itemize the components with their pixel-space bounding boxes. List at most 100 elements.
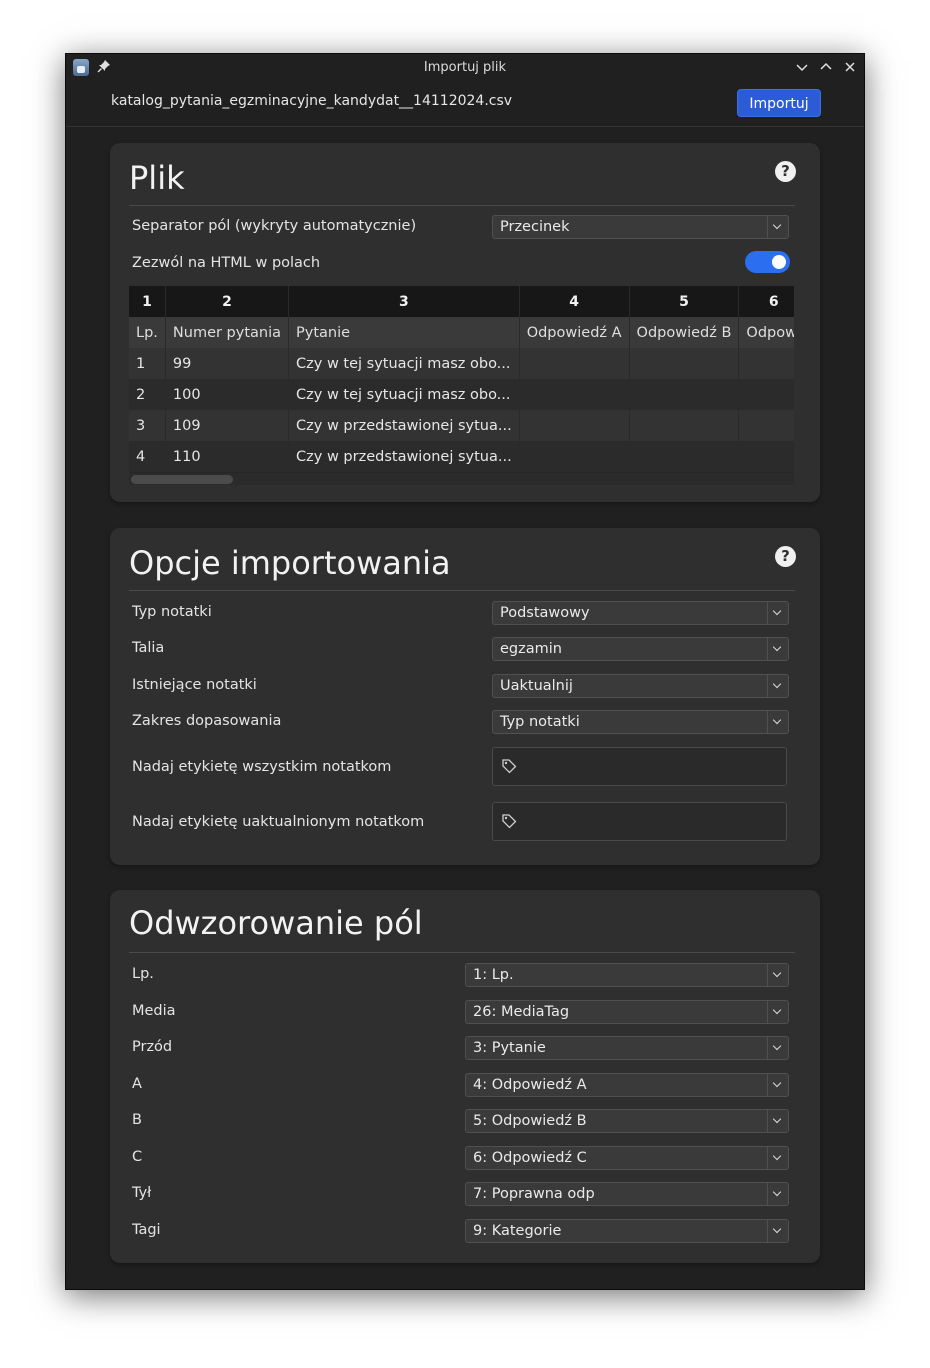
chevron-down-icon [767, 638, 788, 660]
table-row: 4 110 Czy w przedstawionej sytua... [129, 441, 794, 472]
field-select-b[interactable]: 5: Odpowiedź B [465, 1109, 789, 1133]
chevron-down-icon [796, 64, 808, 72]
column-number[interactable]: 2 [165, 286, 290, 317]
table-row: 3 109 Czy w przedstawionej sytua... [129, 410, 794, 441]
table-cell [519, 348, 630, 379]
chevron-down-icon [767, 1037, 788, 1059]
help-icon[interactable]: ? [775, 546, 796, 567]
field-select-value: 26: MediaTag [473, 1004, 570, 1020]
note-type-select[interactable]: Podstawowy [492, 601, 789, 625]
table-row: 2 100 Czy w tej sytuacji masz obo... [129, 379, 794, 410]
tag-updated-input[interactable] [492, 802, 787, 841]
table-cell [738, 348, 794, 379]
header-cell: Numer pytania [165, 317, 290, 348]
field-mapping-card: Odwzorowanie pól Lp. 1: Lp. Media 26: Me… [110, 890, 820, 1263]
header-cell: Odpowiedź A [519, 317, 630, 348]
table-cell: 110 [165, 441, 290, 472]
field-select-back[interactable]: 7: Poprawna odp [465, 1182, 789, 1206]
html-toggle[interactable] [745, 251, 790, 273]
table-cell: 4 [129, 441, 166, 472]
help-icon[interactable]: ? [775, 161, 796, 182]
existing-notes-label: Istniejące notatki [132, 677, 257, 693]
table-row: 1 99 Czy w tej sytuacji masz obo... [129, 348, 794, 379]
maximize-button[interactable] [817, 58, 835, 76]
column-number[interactable]: 4 [519, 286, 630, 317]
preview-table[interactable]: 1 2 3 4 5 6 Lp. Numer pytania Pytanie Od… [129, 286, 794, 485]
table-cell: Czy w przedstawionej sytua... [288, 410, 520, 441]
chevron-down-icon [767, 216, 788, 238]
field-label-back: Tył [132, 1185, 152, 1201]
import-options-card: Opcje importowania ? Typ notatki Podstaw… [110, 528, 820, 865]
column-number[interactable]: 3 [288, 286, 520, 317]
field-select-a[interactable]: 4: Odpowiedź A [465, 1073, 789, 1097]
field-label-tags: Tagi [132, 1222, 161, 1238]
import-dialog-window: Importuj plik katalog_pytania_egzminacyj… [65, 53, 865, 1290]
field-label-front: Przód [132, 1039, 173, 1055]
field-mapping-heading: Odwzorowanie pól [129, 904, 423, 942]
field-label-c: C [132, 1149, 143, 1165]
minimize-button[interactable] [793, 58, 811, 76]
table-cell [738, 441, 794, 472]
table-cell: 2 [129, 379, 166, 410]
chevron-down-icon [767, 1001, 788, 1023]
close-button[interactable] [841, 58, 859, 76]
table-cell [519, 410, 630, 441]
chevron-down-icon [767, 1074, 788, 1096]
field-select-value: 3: Pytanie [473, 1040, 546, 1056]
header-row: Lp. Numer pytania Pytanie Odpowiedź A Od… [129, 317, 794, 348]
table-cell: 3 [129, 410, 166, 441]
table-cell: Czy w tej sytuacji masz obo... [288, 348, 520, 379]
close-icon [845, 62, 855, 72]
field-select-value: 6: Odpowiedź C [473, 1150, 587, 1166]
table-cell [629, 348, 740, 379]
deck-select[interactable]: egzamin [492, 637, 789, 661]
table-cell [738, 410, 794, 441]
table-cell [629, 441, 740, 472]
field-select-value: 1: Lp. [473, 967, 514, 983]
scrollbar-thumb[interactable] [131, 475, 233, 484]
field-select-value: 9: Kategorie [473, 1223, 562, 1239]
chevron-down-icon [767, 602, 788, 624]
title-bar[interactable]: Importuj plik [66, 54, 864, 82]
import-button[interactable]: Importuj [737, 89, 821, 117]
divider [129, 205, 795, 206]
field-label-b: B [132, 1112, 142, 1128]
existing-notes-select[interactable]: Uaktualnij [492, 674, 789, 698]
divider [129, 590, 795, 591]
chevron-up-icon [820, 62, 832, 70]
horizontal-scrollbar[interactable] [129, 473, 794, 485]
column-number[interactable]: 6 [738, 286, 794, 317]
file-header: katalog_pytania_egzminacyjne_kandydat__1… [66, 82, 864, 127]
chevron-down-icon [767, 1147, 788, 1169]
field-select-front[interactable]: 3: Pytanie [465, 1036, 789, 1060]
tag-icon [502, 814, 517, 829]
column-number-row: 1 2 3 4 5 6 [129, 286, 794, 317]
field-select-c[interactable]: 6: Odpowiedź C [465, 1146, 789, 1170]
tag-all-label: Nadaj etykietę wszystkim notatkom [132, 759, 392, 775]
field-select-tags[interactable]: 9: Kategorie [465, 1219, 789, 1243]
table-cell: Czy w przedstawionej sytua... [288, 441, 520, 472]
existing-notes-value: Uaktualnij [500, 678, 573, 694]
field-select-lp[interactable]: 1: Lp. [465, 963, 789, 987]
table-cell: Czy w tej sytuacji masz obo... [288, 379, 520, 410]
field-select-value: 7: Poprawna odp [473, 1186, 595, 1202]
header-cell: Pytanie [288, 317, 520, 348]
note-type-label: Typ notatki [132, 604, 212, 620]
tag-all-input[interactable] [492, 747, 787, 786]
import-options-heading: Opcje importowania [129, 544, 451, 582]
header-cell: Odpowi [738, 317, 794, 348]
field-select-media[interactable]: 26: MediaTag [465, 1000, 789, 1024]
tag-updated-label: Nadaj etykietę uaktualnionym notatkom [132, 814, 425, 830]
column-number[interactable]: 5 [629, 286, 740, 317]
file-card: Plik ? Separator pól (wykryty automatycz… [110, 143, 820, 502]
table-cell: 109 [165, 410, 290, 441]
file-name: katalog_pytania_egzminacyjne_kandydat__1… [111, 93, 513, 109]
field-select-value: 4: Odpowiedź A [473, 1077, 587, 1093]
chevron-down-icon [767, 675, 788, 697]
match-scope-label: Zakres dopasowania [132, 713, 282, 729]
separator-select[interactable]: Przecinek [492, 215, 789, 239]
tag-icon [502, 759, 517, 774]
column-number[interactable]: 1 [129, 286, 166, 317]
table-cell [519, 441, 630, 472]
match-scope-select[interactable]: Typ notatki [492, 710, 789, 734]
